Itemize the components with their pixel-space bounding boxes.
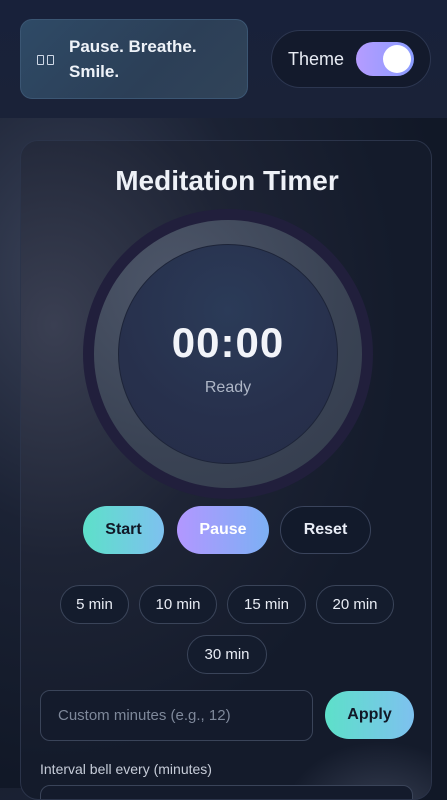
theme-toggle[interactable] xyxy=(356,42,415,76)
pause-button[interactable]: Pause xyxy=(177,506,269,554)
timer-status: Ready xyxy=(204,379,252,396)
timer-card: Meditation Timer 00:00 Ready Start Pause… xyxy=(20,140,432,800)
start-button[interactable]: Start xyxy=(83,506,164,554)
custom-minutes-input[interactable] xyxy=(40,690,313,741)
timer-progress-ring: 00:00 Ready xyxy=(94,220,362,488)
preset-5-min-button[interactable]: 5 min xyxy=(60,585,129,624)
preset-10-min-button[interactable]: 10 min xyxy=(139,585,217,624)
theme-switch-container: Theme xyxy=(271,30,431,88)
toggle-knob xyxy=(383,45,412,73)
interval-input[interactable] xyxy=(40,785,413,799)
timer-ring: 00:00 Ready xyxy=(83,209,373,499)
interval-label: Interval bell every (minutes) xyxy=(40,761,212,777)
time-display: 00:00 xyxy=(171,319,285,366)
preset-15-min-button[interactable]: 15 min xyxy=(227,585,306,624)
card-title: Meditation Timer xyxy=(115,165,339,196)
quote-icon xyxy=(37,52,55,66)
quote-text: Pause. Breathe. Smile. xyxy=(69,37,197,81)
preset-20-min-button[interactable]: 20 min xyxy=(316,585,394,624)
timer-face: 00:00 Ready xyxy=(118,244,338,464)
quote-banner: Pause. Breathe. Smile. xyxy=(20,19,248,99)
apply-button[interactable]: Apply xyxy=(325,691,414,739)
preset-30-min-button[interactable]: 30 min xyxy=(187,635,267,674)
theme-label: Theme xyxy=(288,48,345,69)
reset-button[interactable]: Reset xyxy=(280,506,371,554)
